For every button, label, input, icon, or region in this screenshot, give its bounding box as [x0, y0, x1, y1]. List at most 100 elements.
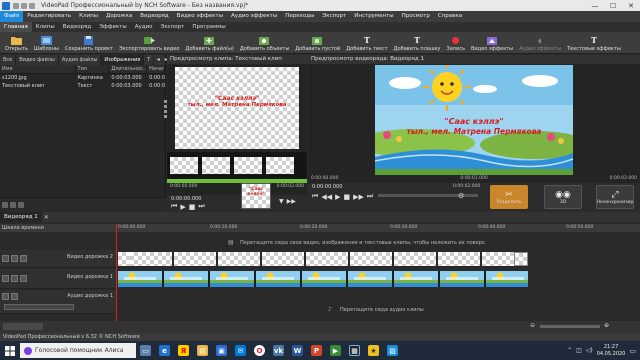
thumbnail-view-icon[interactable] — [10, 201, 16, 208]
bin-tab-all[interactable]: Все — [0, 55, 17, 65]
text-effects-button[interactable]: T Текстовые эффекты — [564, 31, 624, 53]
timeline-ruler[interactable]: Шкала времени 0:00:00.000 0:00:10.000 0:… — [0, 224, 640, 232]
quick-undo-icon[interactable] — [21, 2, 27, 9]
audio-volume-slider[interactable] — [4, 304, 74, 310]
menu-transitions[interactable]: Переходы — [281, 11, 318, 22]
track-lock-icon[interactable] — [11, 255, 18, 262]
text-clip-end[interactable] — [514, 252, 528, 266]
details-view-icon[interactable] — [18, 201, 24, 208]
unlink-button[interactable]: ⤢ Несинхронизир — [596, 185, 634, 209]
assistant-search-box[interactable]: Голосовой помощник Алиса — [20, 343, 136, 358]
playhead[interactable] — [116, 224, 117, 324]
taskbar-app-yandex[interactable]: Я — [174, 341, 193, 360]
video-track-2-header[interactable]: Видео дорожка 2 — [0, 250, 116, 268]
track-fx-icon[interactable] — [20, 275, 27, 282]
track-visibility-icon[interactable] — [2, 275, 9, 282]
track-mute-icon[interactable] — [2, 293, 9, 300]
taskbar-app-photos[interactable]: ▨ — [383, 341, 402, 360]
taskbar-app-videopad[interactable]: ▦ — [345, 341, 364, 360]
image-clip-track[interactable] — [118, 271, 528, 287]
audio-track-1-header[interactable]: Аудио дорожка 1 — [0, 290, 116, 314]
split-button[interactable]: ✂ Разделить — [490, 185, 528, 209]
volume-icon[interactable]: ◁) — [586, 347, 593, 354]
clip-next-icon[interactable]: ▶▶ — [287, 198, 296, 205]
templates-button[interactable]: Шаблоны — [31, 31, 62, 53]
add-text-button[interactable]: T Добавить текст — [343, 31, 390, 53]
column-start[interactable]: Начал — [147, 65, 165, 73]
taskbar-app-opera[interactable]: O — [250, 341, 269, 360]
timeline-horizontal-scrollbar[interactable] — [3, 323, 43, 330]
taskbar-app-powerpoint[interactable]: P — [307, 341, 326, 360]
tab-scroll-left-icon[interactable]: ◂ — [154, 55, 162, 65]
menu-view[interactable]: Просмотр — [398, 11, 434, 22]
menu-video-effects[interactable]: Видео эффекты — [173, 11, 227, 22]
bin-tab-audio[interactable]: Аудио файлы — [59, 55, 102, 65]
taskbar-app-vk[interactable]: vk — [269, 341, 288, 360]
quick-save-icon[interactable] — [13, 2, 19, 9]
bin-tab-text[interactable]: Т — [144, 55, 155, 65]
tray-up-arrow-icon[interactable]: ⌃ — [567, 347, 572, 354]
clip-start-icon[interactable]: ⏮ — [171, 202, 177, 211]
minimize-button[interactable]: — — [586, 0, 604, 11]
bin-tab-images[interactable]: Изображения — [101, 55, 145, 65]
text-clip-start[interactable] — [118, 252, 130, 266]
sequence-tab[interactable]: Видеоряд 1 — [0, 212, 42, 222]
menu-file[interactable]: Файл — [0, 11, 24, 22]
taskbar-app-explorer[interactable]: ▤ — [193, 341, 212, 360]
clip-add-to-sequence-icon[interactable]: ▼ — [279, 198, 284, 205]
clip-selection-bar[interactable] — [167, 179, 307, 183]
bin-row[interactable]: s1200.jpg Картинка 0:00:03.000 0:00:0 — [0, 74, 165, 82]
track-fx-icon[interactable] — [20, 255, 27, 262]
3d-button[interactable]: ◉◉ 3D — [544, 185, 582, 209]
video-effects-button[interactable]: Видео эффекты — [468, 31, 516, 53]
seq-end-icon[interactable]: ⏭ — [367, 192, 373, 201]
windows-start-button[interactable] — [0, 341, 20, 360]
save-project-button[interactable]: Сохранить проект — [62, 31, 116, 53]
add-files-button[interactable]: Добавить файл(ы) — [182, 31, 236, 53]
clock[interactable]: 21:27 04.05.2020 — [597, 344, 626, 358]
menu-help[interactable]: Справка — [434, 11, 466, 22]
close-button[interactable]: ✕ — [622, 0, 640, 11]
record-button[interactable]: Запись — [444, 31, 468, 53]
clip-play-icon[interactable]: ▶ — [180, 203, 185, 211]
sequence-tab-close-icon[interactable]: ✕ — [44, 214, 49, 221]
add-plate-button[interactable]: T Добавить плашку — [391, 31, 444, 53]
track-visibility-icon[interactable] — [2, 255, 9, 262]
track-lock-icon[interactable] — [11, 275, 18, 282]
taskbar-app-media[interactable]: ▶ — [326, 341, 345, 360]
menu-tools[interactable]: Инструменты — [350, 11, 397, 22]
taskbar-app-mail[interactable]: ✉ — [231, 341, 250, 360]
column-name[interactable]: Имя — [0, 65, 76, 73]
seq-play-icon[interactable]: ▶ — [335, 193, 340, 201]
seq-forward-icon[interactable]: ▶▶ — [353, 193, 364, 201]
export-video-button[interactable]: Экспортировать видео — [116, 31, 182, 53]
menu-sequence[interactable]: Видеоряд — [136, 11, 173, 22]
quick-redo-icon[interactable] — [29, 2, 35, 9]
clip-stop-icon[interactable]: ■ — [189, 203, 196, 211]
track-lock-icon[interactable] — [11, 293, 18, 300]
menu-audio-effects[interactable]: Аудио эффекты — [227, 11, 281, 22]
column-duration[interactable]: Длительнос... — [109, 65, 148, 73]
add-objects-button[interactable]: Добавить объекты — [237, 31, 292, 53]
menu-export[interactable]: Экспорт — [318, 11, 350, 22]
menu-clips[interactable]: Клипы — [75, 11, 102, 22]
maximize-button[interactable]: ☐ — [604, 0, 622, 11]
audio-effects-button[interactable]: Аудио эффекты — [516, 31, 564, 53]
taskbar-app-store[interactable]: ▣ — [212, 341, 231, 360]
list-view-icon[interactable] — [2, 201, 8, 208]
seq-start-icon[interactable]: ⏮ — [312, 192, 318, 201]
clip-end-icon[interactable]: ⏭ — [198, 202, 204, 211]
seq-settings-icon[interactable]: ⚙ — [458, 192, 464, 200]
menu-edit[interactable]: Редактировать — [23, 11, 75, 22]
text-clip-track[interactable] — [130, 252, 528, 266]
taskbar-app-edge[interactable]: e — [155, 341, 174, 360]
network-icon[interactable]: ◫ — [576, 347, 582, 354]
seq-rewind-icon[interactable]: ◀◀ — [321, 193, 332, 201]
clip-filmstrip[interactable] — [167, 152, 307, 179]
menu-track[interactable]: Дорожка — [102, 11, 136, 22]
zoom-slider[interactable] — [540, 325, 600, 328]
taskbar-app-star[interactable]: ★ — [364, 341, 383, 360]
seq-stop-icon[interactable]: ■ — [343, 193, 350, 201]
bin-tab-video[interactable]: Видео файлы — [16, 55, 59, 65]
notifications-icon[interactable]: ▭ — [629, 347, 636, 355]
